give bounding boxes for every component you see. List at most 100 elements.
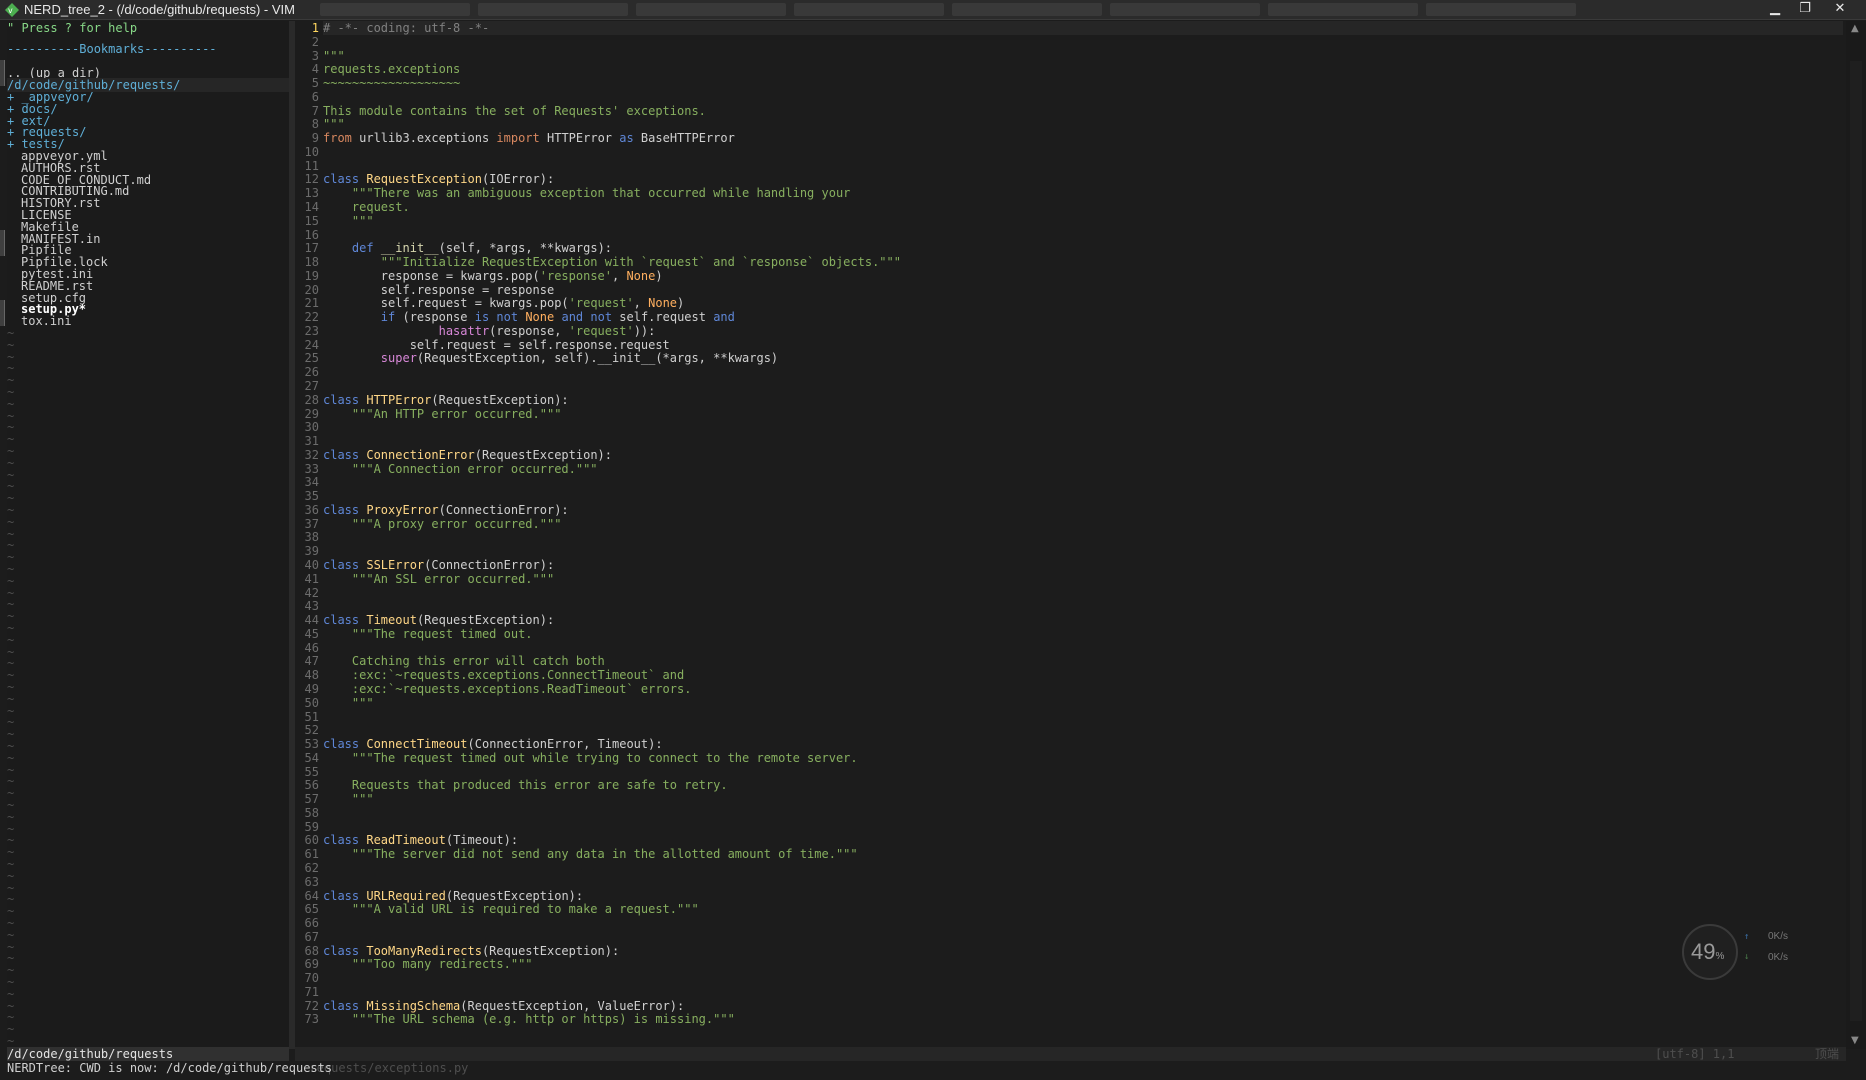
code-line[interactable] [323,35,1843,49]
code-line[interactable]: request. [323,200,1843,214]
code-line[interactable] [323,641,1843,655]
code-line[interactable] [323,475,1843,489]
line-number: 1 [311,21,319,35]
code-line[interactable]: class TooManyRedirects(RequestException)… [323,944,1843,958]
minimize-button[interactable]: ▁ [1760,0,1790,20]
code-line[interactable]: class ProxyError(ConnectionError): [323,503,1843,517]
code-line[interactable]: if (response is not None and not self.re… [323,310,1843,324]
code-line[interactable]: self.request = kwargs.pop('request', Non… [323,296,1843,310]
line-number: 71 [304,985,319,999]
code-line[interactable]: ~~~~~~~~~~~~~~~~~~~ [323,76,1843,90]
code-line[interactable] [323,971,1843,985]
code-line[interactable]: Catching this error will catch both [323,654,1843,668]
svg-text:v: v [8,6,13,15]
code-line[interactable]: """Initialize RequestException with `req… [323,255,1843,269]
line-number: 27 [304,379,319,393]
code-line[interactable]: requests.exceptions [323,62,1843,76]
code-line[interactable] [323,530,1843,544]
code-line[interactable]: """An HTTP error occurred.""" [323,407,1843,421]
code-line[interactable]: """ [323,214,1843,228]
code-buffer[interactable]: # -*- coding: utf-8 -*- """ requests.excep… [323,21,1843,1049]
code-line[interactable]: class URLRequired(RequestException): [323,889,1843,903]
code-line[interactable]: class ConnectTimeout(ConnectionError, Ti… [323,737,1843,751]
code-line[interactable] [323,820,1843,834]
close-button[interactable]: ✕ [1825,0,1855,20]
line-number: 65 [304,902,319,916]
line-number: 46 [304,641,319,655]
code-line[interactable]: self.response = response [323,283,1843,297]
code-line[interactable]: def __init__(self, *args, **kwargs): [323,241,1843,255]
line-number: 24 [304,338,319,352]
code-line[interactable] [323,379,1843,393]
scrollbar-thumb[interactable] [1850,61,1862,1021]
code-line[interactable] [323,710,1843,724]
code-line[interactable]: """An SSL error occurred.""" [323,572,1843,586]
code-line[interactable]: class HTTPError(RequestException): [323,393,1843,407]
code-line[interactable] [323,861,1843,875]
line-number: 45 [304,627,319,641]
code-line[interactable]: from urllib3.exceptions import HTTPError… [323,131,1843,145]
code-line[interactable] [323,765,1843,779]
code-line[interactable]: hasattr(response, 'request')): [323,324,1843,338]
code-line[interactable]: """There was an ambiguous exception that… [323,186,1843,200]
code-line[interactable] [323,159,1843,173]
code-line[interactable]: :exc:`~requests.exceptions.ReadTimeout` … [323,682,1843,696]
code-line[interactable] [323,365,1843,379]
nerdtree-pane[interactable]: " Press ? for help ----------Bookmarks--… [7,21,289,1049]
code-line[interactable]: # -*- coding: utf-8 -*- [323,21,1843,35]
line-number: 34 [304,475,319,489]
code-line[interactable]: """A proxy error occurred.""" [323,517,1843,531]
code-line[interactable] [323,228,1843,242]
code-line[interactable]: """ [323,792,1843,806]
code-line[interactable]: """The request timed out. [323,627,1843,641]
code-line[interactable]: :exc:`~requests.exceptions.ConnectTimeou… [323,668,1843,682]
line-number: 7 [311,104,319,118]
code-line[interactable] [323,489,1843,503]
code-line[interactable] [323,420,1843,434]
code-line[interactable] [323,723,1843,737]
code-line[interactable] [323,875,1843,889]
code-line[interactable] [323,806,1843,820]
code-line[interactable] [323,145,1843,159]
code-line[interactable]: class SSLError(ConnectionError): [323,558,1843,572]
vertical-scrollbar[interactable]: ▲ ▼ [1846,21,1866,1049]
maximize-button[interactable]: ❐ [1790,0,1820,20]
code-line[interactable]: """The server did not send any data in t… [323,847,1843,861]
code-line[interactable]: class ReadTimeout(Timeout): [323,833,1843,847]
line-number: 42 [304,586,319,600]
code-line[interactable]: Requests that produced this error are sa… [323,778,1843,792]
code-line[interactable] [323,90,1843,104]
line-number: 72 [304,999,319,1013]
scroll-up-arrow-icon[interactable]: ▲ [1851,23,1859,34]
code-line[interactable] [323,434,1843,448]
code-line[interactable] [323,586,1843,600]
code-line[interactable]: This module contains the set of Requests… [323,104,1843,118]
command-line[interactable]: NERDTree: CWD is now: /d/code/github/req… [7,1061,1847,1075]
code-line[interactable]: response = kwargs.pop('response', None) [323,269,1843,283]
system-monitor-widget[interactable]: 49% ↑ 0K/s ↓ 0K/s [1678,922,1798,982]
line-number-gutter: 1 2 3 4 5 6 7 8 9 10 11 12 13 14 15 16 17 18 19 20 21 22 23 24 2… [295,21,323,1049]
code-line[interactable] [323,916,1843,930]
code-line[interactable] [323,985,1843,999]
code-line[interactable]: """Too many redirects.""" [323,957,1843,971]
code-line[interactable]: self.request = self.response.request [323,338,1843,352]
code-line[interactable] [323,930,1843,944]
code-line[interactable] [323,599,1843,613]
code-line[interactable]: """ [323,696,1843,710]
line-number: 10 [304,145,319,159]
code-line[interactable] [323,544,1843,558]
code-line[interactable]: class Timeout(RequestException): [323,613,1843,627]
code-line[interactable]: class RequestException(IOError): [323,172,1843,186]
code-line[interactable]: """ [323,117,1843,131]
scroll-down-arrow-icon[interactable]: ▼ [1851,1035,1859,1046]
line-number: 35 [304,489,319,503]
code-line[interactable]: """The URL schema (e.g. http or https) i… [323,1012,1843,1026]
code-line[interactable]: class ConnectionError(RequestException): [323,448,1843,462]
code-line[interactable]: """ [323,49,1843,63]
code-line[interactable]: """A Connection error occurred.""" [323,462,1843,476]
code-line[interactable]: """The request timed out while trying to… [323,751,1843,765]
code-line[interactable]: class MissingSchema(RequestException, Va… [323,999,1843,1013]
background-tabs [320,3,1690,18]
code-line[interactable]: """A valid URL is required to make a req… [323,902,1843,916]
code-line[interactable]: super(RequestException, self).__init__(*… [323,351,1843,365]
